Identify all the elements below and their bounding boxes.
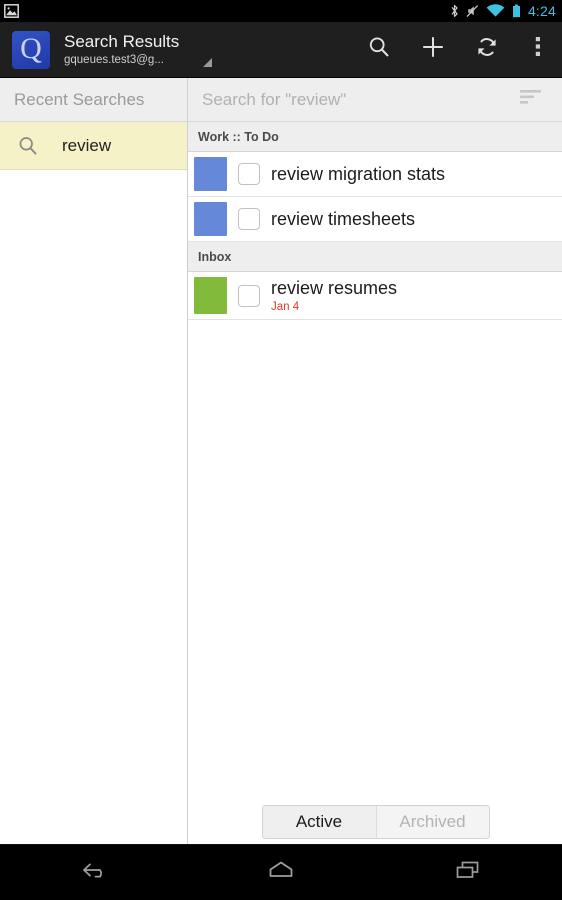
refresh-icon: [475, 35, 499, 64]
nav-back-button[interactable]: [49, 845, 139, 900]
task-color-swatch: [194, 202, 227, 236]
active-archived-segmented-control: Active Archived: [261, 805, 490, 839]
status-bar-notifications: [4, 4, 19, 18]
results-list: Work :: To Do review migration stats rev…: [188, 122, 562, 844]
task-title: review migration stats: [271, 164, 446, 184]
task-due-date: Jan 4: [271, 301, 300, 313]
recent-search-item-review[interactable]: review: [0, 122, 187, 170]
wifi-icon: [486, 4, 505, 18]
sort-filter-icon: [519, 88, 543, 111]
task-row[interactable]: review migration stats: [188, 152, 562, 197]
plus-icon: [420, 34, 446, 65]
tab-active[interactable]: Active: [262, 806, 376, 838]
task-text: review timesheets: [271, 197, 562, 241]
recent-searches-header: Recent Searches: [0, 78, 187, 122]
refresh-button[interactable]: [460, 22, 514, 78]
section-header-work-todo: Work :: To Do: [188, 122, 562, 152]
task-color-swatch: [194, 157, 227, 191]
search-header: [188, 78, 562, 122]
action-bar: Q Search Results gqueues.test3@g...: [0, 22, 562, 78]
overflow-menu-icon: [535, 36, 541, 63]
system-navigation-bar: [0, 844, 562, 900]
app-icon-letter: Q: [20, 31, 42, 65]
vibrate-mute-icon: [466, 4, 479, 18]
task-checkbox-wrap: [227, 197, 271, 241]
search-icon: [367, 35, 391, 64]
spinner-caret-icon[interactable]: [203, 58, 212, 67]
task-title: review timesheets: [271, 209, 416, 229]
bottom-toggle-bar: Active Archived: [189, 800, 562, 844]
overflow-menu-button[interactable]: [514, 22, 562, 78]
status-bar: 4:24: [0, 0, 562, 22]
battery-icon: [512, 4, 521, 18]
back-arrow-icon: [76, 857, 112, 888]
search-icon: [16, 135, 40, 157]
recent-searches-title: Recent Searches: [14, 89, 145, 109]
action-bar-actions: [352, 22, 562, 77]
task-row[interactable]: review timesheets: [188, 197, 562, 242]
task-checkbox-wrap: [227, 272, 271, 319]
search-input[interactable]: [202, 89, 514, 110]
search-button[interactable]: [352, 22, 406, 78]
section-title: Inbox: [198, 249, 232, 264]
section-header-inbox: Inbox: [188, 242, 562, 272]
task-checkbox[interactable]: [238, 163, 260, 185]
sort-filter-button[interactable]: [514, 83, 548, 117]
add-button[interactable]: [406, 22, 460, 78]
section-title: Work :: To Do: [198, 129, 279, 144]
notification-image-icon: [4, 4, 19, 18]
nav-home-button[interactable]: [236, 845, 326, 900]
recent-apps-icon: [451, 857, 485, 888]
task-text: review resumes Jan 4: [271, 272, 562, 319]
tab-archived[interactable]: Archived: [375, 806, 489, 838]
action-bar-titles[interactable]: Search Results gqueues.test3@g...: [64, 31, 179, 68]
app-icon[interactable]: Q: [12, 30, 50, 69]
task-text: review migration stats: [271, 152, 562, 196]
recent-searches-sidebar: Recent Searches review: [0, 78, 188, 844]
task-checkbox[interactable]: [238, 208, 260, 230]
task-color-swatch: [194, 277, 227, 314]
recent-search-label: review: [62, 135, 112, 155]
account-subtitle: gqueues.test3@g...: [64, 54, 164, 66]
home-icon: [263, 857, 299, 888]
task-title: review resumes: [271, 278, 398, 298]
app-root: 4:24 Q Search Results gqueues.test3@g...: [0, 0, 562, 900]
status-bar-system-icons: 4:24: [450, 3, 556, 19]
main-body: Recent Searches review Search for "revie…: [0, 78, 562, 844]
task-checkbox[interactable]: [238, 284, 260, 307]
bluetooth-icon: [450, 4, 459, 18]
page-title: Search Results: [64, 32, 180, 51]
nav-recents-button[interactable]: [423, 845, 513, 900]
task-checkbox-wrap: [227, 152, 271, 196]
status-bar-clock: 4:24: [527, 3, 556, 19]
task-row[interactable]: review resumes Jan 4: [188, 272, 562, 320]
search-results-pane: Work :: To Do review migration stats: [188, 78, 562, 844]
